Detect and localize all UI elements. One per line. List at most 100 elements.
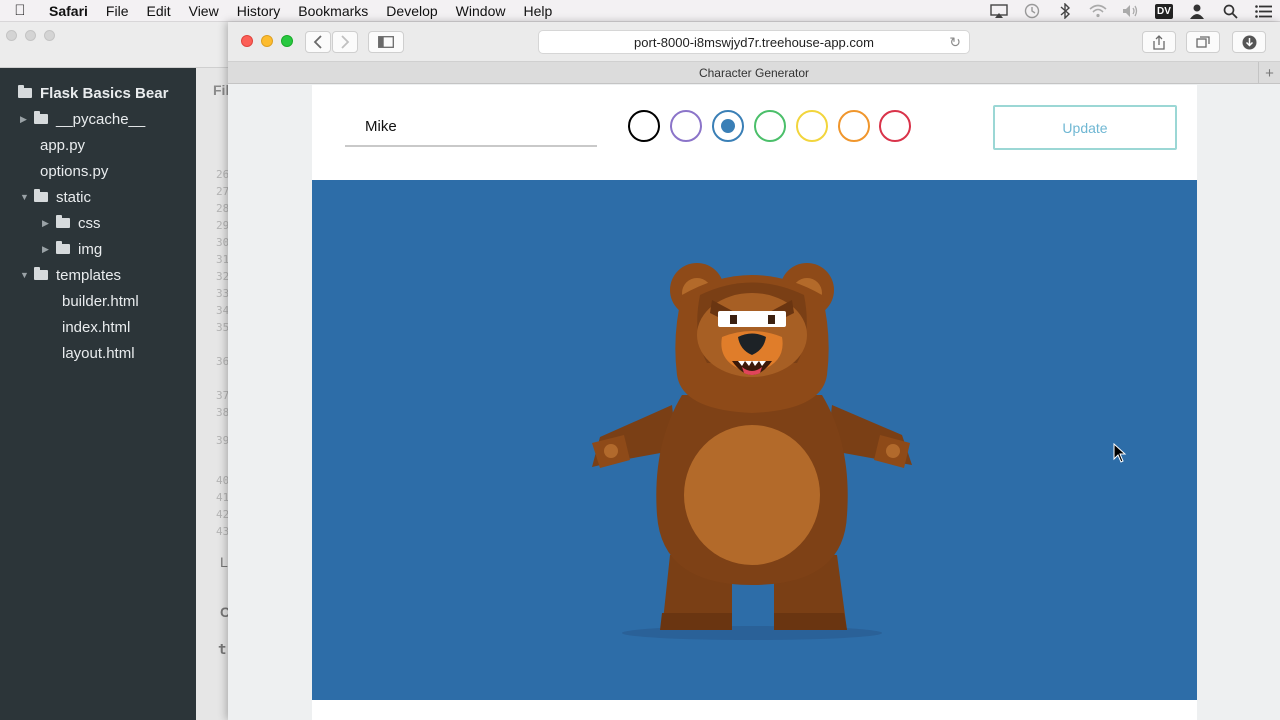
color-swatch-purple[interactable] <box>670 110 702 142</box>
tree-item-label: layout.html <box>62 344 135 362</box>
folder-icon <box>18 85 32 98</box>
editor-gutter: Fil 26 27 28 29 30 31 32 33 34 35 36 37 … <box>196 68 235 720</box>
forward-button[interactable] <box>332 31 358 53</box>
apple-icon[interactable]:  <box>0 2 40 19</box>
menu-window[interactable]: Window <box>447 3 515 19</box>
tab-title[interactable]: Character Generator <box>699 66 809 80</box>
new-tab-button[interactable]: + <box>1258 62 1280 84</box>
downloads-button[interactable] <box>1232 31 1266 53</box>
chevron-left-icon <box>313 35 322 49</box>
color-swatch-black[interactable] <box>628 110 660 142</box>
tree-item-label: app.py <box>40 136 86 154</box>
editor-tab-peek: Fil <box>213 82 230 98</box>
share-button[interactable] <box>1142 31 1176 53</box>
menu-bookmarks[interactable]: Bookmarks <box>289 3 377 19</box>
reload-icon[interactable]: ↻ <box>949 34 961 51</box>
user-icon[interactable] <box>1188 4 1206 19</box>
zoom-window-button[interactable] <box>281 35 293 47</box>
tree-item-options-py[interactable]: options.py <box>40 160 108 182</box>
menu-help[interactable]: Help <box>514 3 561 19</box>
character-name-input[interactable] <box>345 107 597 147</box>
bear-belly <box>684 425 820 565</box>
bear-left-paw-pad <box>604 444 618 458</box>
tree-item-index-html[interactable]: index.html <box>62 316 130 338</box>
folder-icon <box>34 189 48 202</box>
folder-icon <box>56 241 70 254</box>
minimize-window-button[interactable] <box>261 35 273 47</box>
tree-item-layout-html[interactable]: layout.html <box>62 342 135 364</box>
close-window-button[interactable] <box>241 35 253 47</box>
bear-character-illustration <box>592 263 912 640</box>
update-button[interactable]: Update <box>993 105 1177 150</box>
tree-item-templates[interactable]: ▼ templates <box>20 264 121 286</box>
editor-minimize-button[interactable] <box>25 30 36 41</box>
editor-close-button[interactable] <box>6 30 17 41</box>
tree-item-builder-html[interactable]: builder.html <box>62 290 139 312</box>
bear-right-paw-pad <box>886 444 900 458</box>
tree-item-static[interactable]: ▼ static <box>20 186 91 208</box>
disclosure-arrow-icon[interactable]: ▼ <box>20 270 34 280</box>
editor-zoom-button[interactable] <box>44 30 55 41</box>
tree-item-label: index.html <box>62 318 131 336</box>
tab-overview-button[interactable] <box>1186 31 1220 53</box>
disclosure-arrow-icon[interactable]: ▶ <box>42 244 56 255</box>
folder-icon <box>56 215 70 228</box>
folder-icon <box>34 111 48 124</box>
address-bar[interactable]: port-8000-i8mswjyd7r.treehouse-app.com ↻ <box>538 30 970 54</box>
menu-view[interactable]: View <box>180 3 228 19</box>
share-icon <box>1153 34 1165 50</box>
color-swatch-orange[interactable] <box>838 110 870 142</box>
bear-right-foot <box>774 613 847 630</box>
menu-history[interactable]: History <box>228 3 290 19</box>
disclosure-arrow-icon[interactable]: ▶ <box>42 218 56 229</box>
bear-eyes <box>718 311 786 327</box>
disclosure-arrow-icon[interactable]: ▶ <box>20 114 34 125</box>
tree-item-css[interactable]: ▶ css <box>42 212 101 234</box>
url-text[interactable]: port-8000-i8mswjyd7r.treehouse-app.com <box>634 35 874 50</box>
mouse-cursor-icon <box>1113 443 1127 463</box>
tree-item-app-py[interactable]: app.py <box>40 134 85 156</box>
menu-file[interactable]: File <box>97 3 138 19</box>
bear-left-foot <box>660 613 732 630</box>
tree-item-label: builder.html <box>62 292 139 310</box>
color-swatch-yellow[interactable] <box>796 110 828 142</box>
page-content: Update <box>312 85 1197 720</box>
disclosure-arrow-icon[interactable]: ▼ <box>20 192 34 202</box>
time-machine-icon[interactable] <box>1023 3 1041 19</box>
character-stage <box>312 180 1197 700</box>
back-button[interactable] <box>305 31 331 53</box>
bluetooth-icon[interactable] <box>1056 3 1074 19</box>
wifi-icon[interactable] <box>1089 4 1107 18</box>
bear-left-pupil <box>730 315 737 324</box>
menu-bar:  Safari File Edit View History Bookmark… <box>0 0 1280 22</box>
notification-center-icon[interactable] <box>1254 4 1272 18</box>
project-root[interactable]: Flask Basics Bear <box>18 82 168 104</box>
tree-item-label: static <box>56 188 92 206</box>
menu-safari[interactable]: Safari <box>40 3 97 19</box>
tree-item-pycache[interactable]: ▶ __pycache__ <box>20 108 145 130</box>
airplay-icon[interactable] <box>990 4 1008 18</box>
safari-toolbar: port-8000-i8mswjyd7r.treehouse-app.com ↻ <box>228 22 1280 62</box>
sidebar-icon <box>378 36 394 48</box>
editor-peek-text: L <box>220 554 228 570</box>
project-name: Flask Basics Bear <box>40 84 169 102</box>
color-swatch-red[interactable] <box>879 110 911 142</box>
tree-item-img[interactable]: ▶ img <box>42 238 102 260</box>
file-tree-sidebar: Flask Basics Bear ▶ __pycache__ app.py o… <box>0 68 196 720</box>
volume-icon[interactable] <box>1122 4 1140 18</box>
tree-item-label: __pycache__ <box>56 110 146 128</box>
sidebar-toggle-button[interactable] <box>368 31 404 53</box>
tree-item-label: img <box>78 240 103 258</box>
folder-icon <box>34 267 48 280</box>
tabs-icon <box>1196 36 1210 48</box>
menu-develop[interactable]: Develop <box>377 3 446 19</box>
chevron-right-icon <box>341 35 350 49</box>
tree-item-label: options.py <box>40 162 109 180</box>
color-swatch-green[interactable] <box>754 110 786 142</box>
dv-status-badge[interactable]: DV <box>1155 3 1173 19</box>
menu-edit[interactable]: Edit <box>137 3 179 19</box>
download-icon <box>1242 35 1256 49</box>
color-swatch-blue[interactable] <box>712 110 744 142</box>
spotlight-search-icon[interactable] <box>1221 4 1239 19</box>
safari-window: port-8000-i8mswjyd7r.treehouse-app.com ↻… <box>228 22 1280 720</box>
